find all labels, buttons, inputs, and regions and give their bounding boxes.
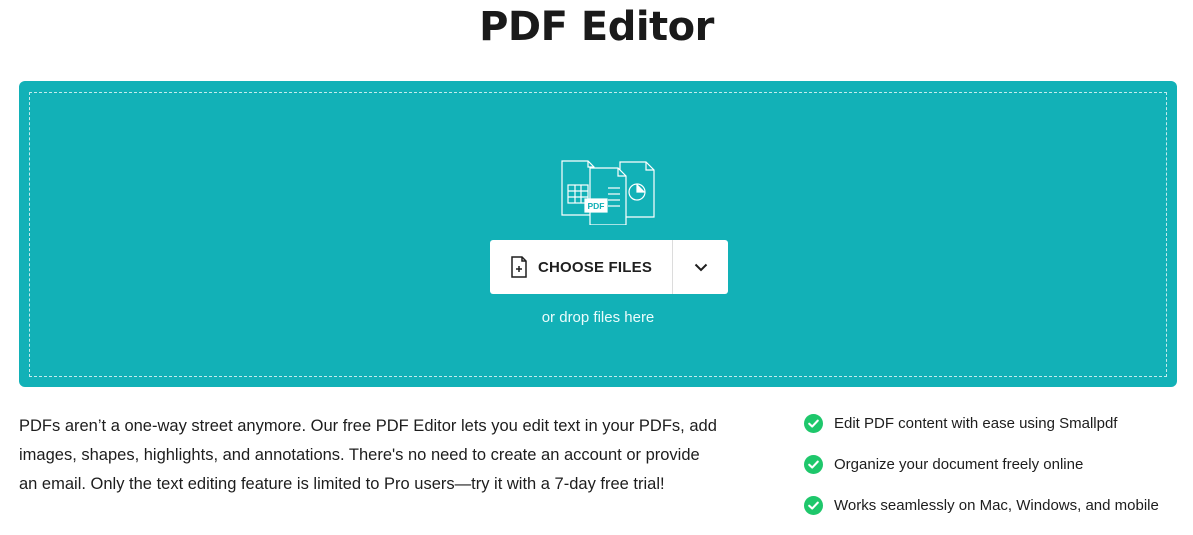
check-circle-icon — [804, 495, 823, 515]
chevron-down-icon — [694, 263, 707, 271]
choose-files-button[interactable]: CHOOSE FILES — [490, 240, 673, 294]
feature-item: Works seamlessly on Mac, Windows, and mo… — [804, 494, 1159, 516]
dropzone-dashed-border: PDF CHOOSE FILES or drop files here — [29, 92, 1167, 377]
feature-label: Organize your document freely online — [834, 455, 1084, 473]
feature-label: Works seamlessly on Mac, Windows, and mo… — [834, 496, 1159, 514]
feature-item: Organize your document freely online — [804, 453, 1159, 475]
tool-description: PDFs aren’t a one-way street anymore. Ou… — [19, 417, 717, 493]
choose-files-label: CHOOSE FILES — [537, 258, 653, 276]
feature-item: Edit PDF content with ease using Smallpd… — [804, 412, 1159, 434]
upload-options-dropdown-button[interactable] — [673, 240, 728, 294]
check-circle-icon — [804, 413, 823, 433]
choose-files-group: CHOOSE FILES — [490, 240, 728, 294]
page-title: PDF Editor — [479, 4, 714, 50]
file-add-icon — [511, 256, 527, 278]
feature-list: Edit PDF content with ease using Smallpd… — [804, 412, 1159, 535]
pdf-files-illustration-icon — [561, 160, 655, 225]
check-circle-icon — [804, 454, 823, 474]
pdf-badge-text: PDF — [587, 201, 605, 211]
drop-files-hint: or drop files here — [541, 309, 655, 326]
feature-label: Edit PDF content with ease using Smallpd… — [834, 414, 1118, 432]
file-dropzone[interactable]: PDF CHOOSE FILES or drop files here — [19, 81, 1177, 387]
